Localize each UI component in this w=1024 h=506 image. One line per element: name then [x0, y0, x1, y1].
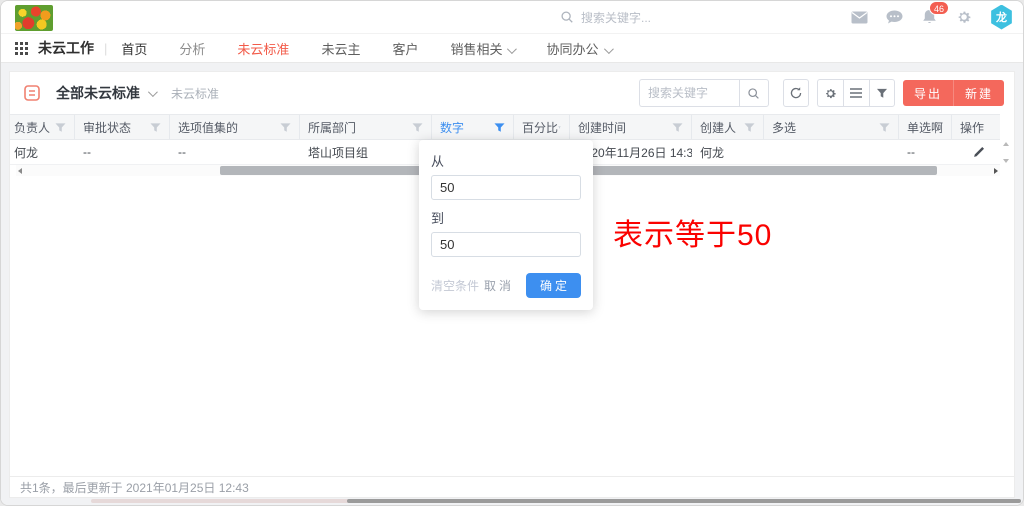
cell-approval-status: -- [75, 140, 170, 164]
primary-actions: 导出 新建 [903, 80, 1004, 106]
view-selector-chevron-icon[interactable] [148, 87, 158, 97]
column-header-percent[interactable]: 百分比 [514, 115, 570, 139]
create-button[interactable]: 新建 [954, 80, 1004, 106]
column-header-option-set[interactable]: 选项值集的 [170, 115, 300, 139]
refresh-button[interactable] [783, 79, 809, 107]
scroll-right-icon[interactable] [994, 168, 998, 174]
to-label: 到 [431, 208, 581, 227]
cell-department: 塔山项目组 [300, 140, 432, 164]
chevron-down-icon [507, 44, 517, 54]
column-header-number[interactable]: 数字 [432, 115, 514, 139]
cell-singleselect: -- [899, 140, 952, 164]
chat-icon[interactable] [885, 8, 903, 26]
row-edit-pencil-icon[interactable] [952, 140, 1004, 164]
scroll-down-icon[interactable] [1003, 159, 1009, 163]
nav-item-weiyun-standard[interactable]: 未云标准 [237, 39, 289, 58]
export-button[interactable]: 导出 [903, 80, 954, 106]
table-vertical-scrollbar[interactable] [1002, 142, 1010, 163]
window-horizontal-scrollbar[interactable] [1, 499, 1023, 504]
global-search-placeholder: 搜索关键字... [581, 9, 651, 26]
top-bar: 搜索关键字... 46 龙 [1, 1, 1023, 34]
mail-icon[interactable] [850, 8, 868, 26]
filter-icon [55, 122, 66, 133]
global-search[interactable]: 搜索关键字... [560, 9, 710, 26]
filter-funnel-button[interactable] [869, 79, 895, 107]
filter-icon [744, 122, 755, 133]
list-layout-button[interactable] [843, 79, 869, 107]
cell-option-set: -- [170, 140, 300, 164]
scrollbar-track [91, 499, 349, 503]
workspace-title: 未云工作 [38, 38, 94, 58]
nav-item-weiyun-main[interactable]: 未云主 [321, 39, 360, 58]
window-scroll-thumb[interactable] [347, 499, 1021, 503]
chevron-down-icon [603, 44, 613, 54]
list-search [639, 79, 769, 107]
status-bar: 共1条，最后更新于 2021年01月25日 12:43 [10, 476, 1014, 497]
clear-filter-button[interactable]: 清空条件 [431, 277, 479, 294]
filter-icon [150, 122, 161, 133]
view-title: 全部未云标准 [56, 83, 140, 103]
column-header-singleselect[interactable]: 单选啊 [899, 115, 952, 139]
filter-icon [879, 122, 890, 133]
filter-icon [672, 122, 683, 133]
nav-item-analysis[interactable]: 分析 [179, 39, 205, 58]
scroll-up-icon[interactable] [1003, 142, 1009, 146]
filter-icon [412, 122, 423, 133]
from-input[interactable] [431, 175, 581, 200]
filter-icon [558, 122, 561, 133]
list-search-button[interactable] [739, 79, 769, 107]
column-header-multiselect[interactable]: 多选 [764, 115, 899, 139]
view-subtitle: 未云标准 [171, 85, 219, 102]
apps-grid-icon[interactable] [15, 42, 28, 55]
cancel-button[interactable]: 取消 [484, 277, 514, 294]
cell-multiselect [764, 140, 899, 164]
user-avatar[interactable]: 龙 [990, 5, 1013, 30]
column-settings-gear-button[interactable] [817, 79, 843, 107]
search-icon [560, 10, 574, 24]
column-header-actions: 操作 [952, 115, 1004, 139]
record-count-status: 共1条，最后更新于 2021年01月25日 12:43 [20, 479, 249, 496]
settings-gear-icon[interactable] [955, 8, 973, 26]
confirm-button[interactable]: 确定 [526, 273, 581, 298]
app-window: 搜索关键字... 46 龙 未云工作 | 首页 分析 未云标准 [0, 0, 1024, 506]
column-header-created-time[interactable]: 创建时间 [570, 115, 692, 139]
notification-badge: 46 [929, 1, 949, 15]
company-logo[interactable] [15, 5, 53, 31]
nav-item-sales[interactable]: 销售相关 [450, 39, 514, 58]
list-search-input[interactable] [639, 79, 739, 107]
nav-item-home[interactable]: 首页 [121, 39, 147, 58]
column-header-creator[interactable]: 创建人 [692, 115, 764, 139]
column-header-department[interactable]: 所属部门 [300, 115, 432, 139]
view-options-group [817, 79, 895, 107]
filter-icon-active [494, 122, 505, 133]
scroll-left-icon[interactable] [18, 168, 22, 174]
from-label: 从 [431, 151, 581, 170]
table-header-row: 负责人 审批状态 选项值集的 所属部门 数字 百分比 创建时间 创建人 多选 单… [10, 114, 1000, 140]
list-toolbar: 全部未云标准 未云标准 [10, 72, 1014, 114]
nav-item-customer[interactable]: 客户 [392, 39, 418, 58]
nav-item-collaboration[interactable]: 协同办公 [546, 39, 610, 58]
column-header-owner[interactable]: 负责人 [10, 115, 75, 139]
annotation-text: 表示等于50 [613, 210, 772, 254]
cell-creator: 何龙 [692, 140, 764, 164]
object-icon [24, 85, 40, 101]
nav-divider: | [104, 41, 107, 56]
filter-icon [280, 122, 291, 133]
to-input[interactable] [431, 232, 581, 257]
cell-owner: 何龙 [10, 140, 75, 164]
main-nav: 未云工作 | 首页 分析 未云标准 未云主 客户 销售相关 协同办公 [1, 34, 1023, 63]
notifications-bell-icon[interactable]: 46 [920, 8, 938, 26]
number-filter-popup: 从 到 清空条件 取消 确定 [419, 140, 593, 310]
column-header-approval-status[interactable]: 审批状态 [75, 115, 170, 139]
topbar-icon-cluster: 46 龙 [850, 5, 1013, 30]
